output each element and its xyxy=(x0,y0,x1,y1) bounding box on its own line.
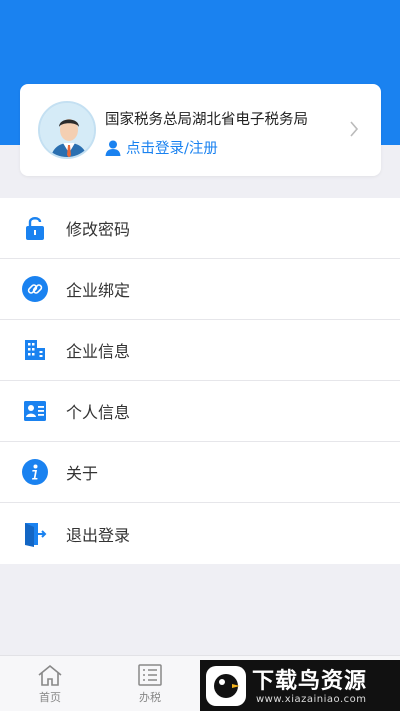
logout-icon xyxy=(22,521,48,547)
menu-item-personal-info[interactable]: 个人信息 xyxy=(0,381,400,442)
menu-label: 个人信息 xyxy=(66,403,131,422)
tab-label: 办税 xyxy=(139,690,161,704)
login-link[interactable]: 点击登录/注册 xyxy=(104,137,218,158)
info-icon xyxy=(22,459,48,485)
settings-menu: 修改密码 企业绑定 企业信息 个人信息 关于 退出登录 xyxy=(0,198,400,564)
bird-logo-icon xyxy=(206,666,246,706)
menu-item-about[interactable]: 关于 xyxy=(0,442,400,503)
menu-item-company-binding[interactable]: 企业绑定 xyxy=(0,259,400,320)
avatar xyxy=(38,101,96,159)
user-icon xyxy=(105,140,121,156)
lock-icon xyxy=(22,215,48,241)
profile-title: 国家税务总局湖北省电子税务局 xyxy=(105,112,308,128)
watermark-url: www.xiazainiao.com xyxy=(256,694,367,705)
profile-card[interactable]: 国家税务总局湖北省电子税务局 点击登录/注册 xyxy=(20,84,381,176)
menu-item-company-info[interactable]: 企业信息 xyxy=(0,320,400,381)
building-icon xyxy=(22,337,48,363)
menu-item-logout[interactable]: 退出登录 xyxy=(0,503,400,564)
menu-label: 企业绑定 xyxy=(66,281,131,300)
watermark-banner: 下载鸟资源 www.xiazainiao.com xyxy=(200,660,400,711)
id-card-icon xyxy=(22,398,48,424)
menu-item-change-password[interactable]: 修改密码 xyxy=(0,198,400,259)
tab-home[interactable]: 首页 xyxy=(20,656,80,711)
login-label: 点击登录/注册 xyxy=(126,141,218,157)
user-avatar-icon xyxy=(40,103,94,157)
tab-tax[interactable]: 办税 xyxy=(120,656,180,711)
list-icon xyxy=(138,663,162,686)
menu-label: 修改密码 xyxy=(66,220,131,239)
link-icon xyxy=(22,276,48,302)
watermark-title: 下载鸟资源 xyxy=(252,669,368,694)
menu-label: 企业信息 xyxy=(66,342,131,361)
tab-label: 首页 xyxy=(39,690,61,704)
menu-label: 退出登录 xyxy=(66,525,131,545)
menu-label: 关于 xyxy=(66,464,99,483)
chevron-right-icon xyxy=(350,121,359,137)
home-icon xyxy=(38,664,62,686)
